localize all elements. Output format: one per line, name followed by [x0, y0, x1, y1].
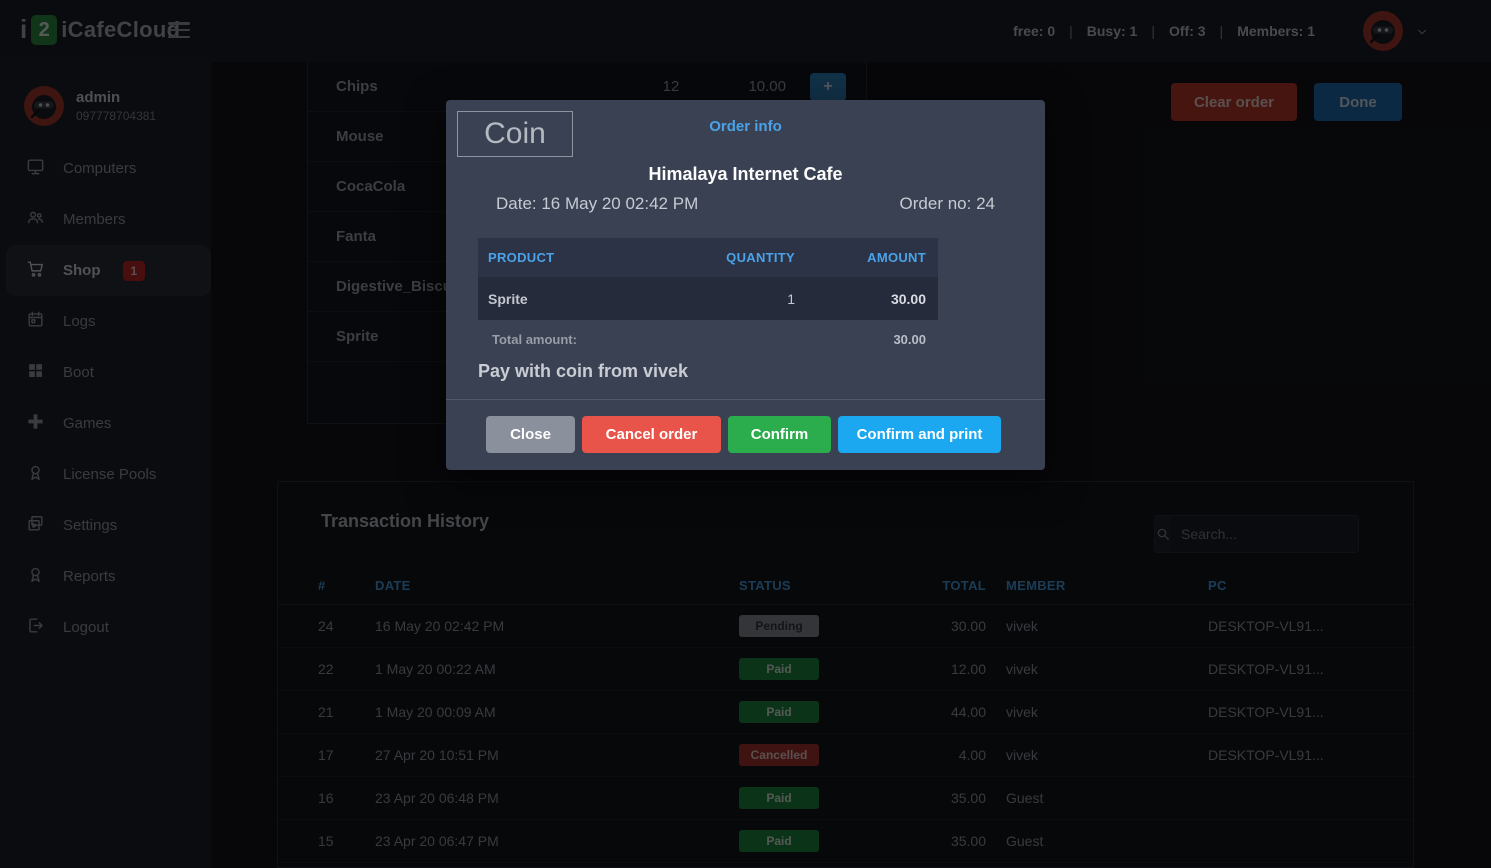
- total-amount-value: 30.00: [478, 332, 926, 347]
- cafe-name: Himalaya Internet Cafe: [446, 164, 1045, 185]
- order-number: Order no: 24: [900, 194, 995, 214]
- close-button[interactable]: Close: [486, 416, 575, 453]
- confirm-and-print-button[interactable]: Confirm and print: [838, 416, 1001, 453]
- order-items-table: PRODUCT QUANTITY AMOUNT Sprite 1 30.00: [478, 238, 938, 320]
- order-info-modal: Coin Order info Himalaya Internet Cafe D…: [446, 100, 1045, 470]
- order-meta: Date: 16 May 20 02:42 PM Order no: 24: [496, 194, 995, 214]
- confirm-button[interactable]: Confirm: [728, 416, 831, 453]
- payment-note: Pay with coin from vivek: [478, 361, 688, 382]
- order-date: Date: 16 May 20 02:42 PM: [496, 194, 698, 214]
- modal-title: Order info: [446, 118, 1045, 135]
- app-screen: i 2 iCafeCloud free: 0 | Busy: 1 | Off: …: [0, 0, 1491, 868]
- order-table-header: PRODUCT QUANTITY AMOUNT: [478, 238, 938, 277]
- order-item-row: Sprite 1 30.00: [478, 277, 938, 320]
- modal-footer: Close Cancel order Confirm Confirm and p…: [486, 416, 1001, 453]
- cancel-order-button[interactable]: Cancel order: [582, 416, 721, 453]
- modal-divider: [446, 399, 1045, 400]
